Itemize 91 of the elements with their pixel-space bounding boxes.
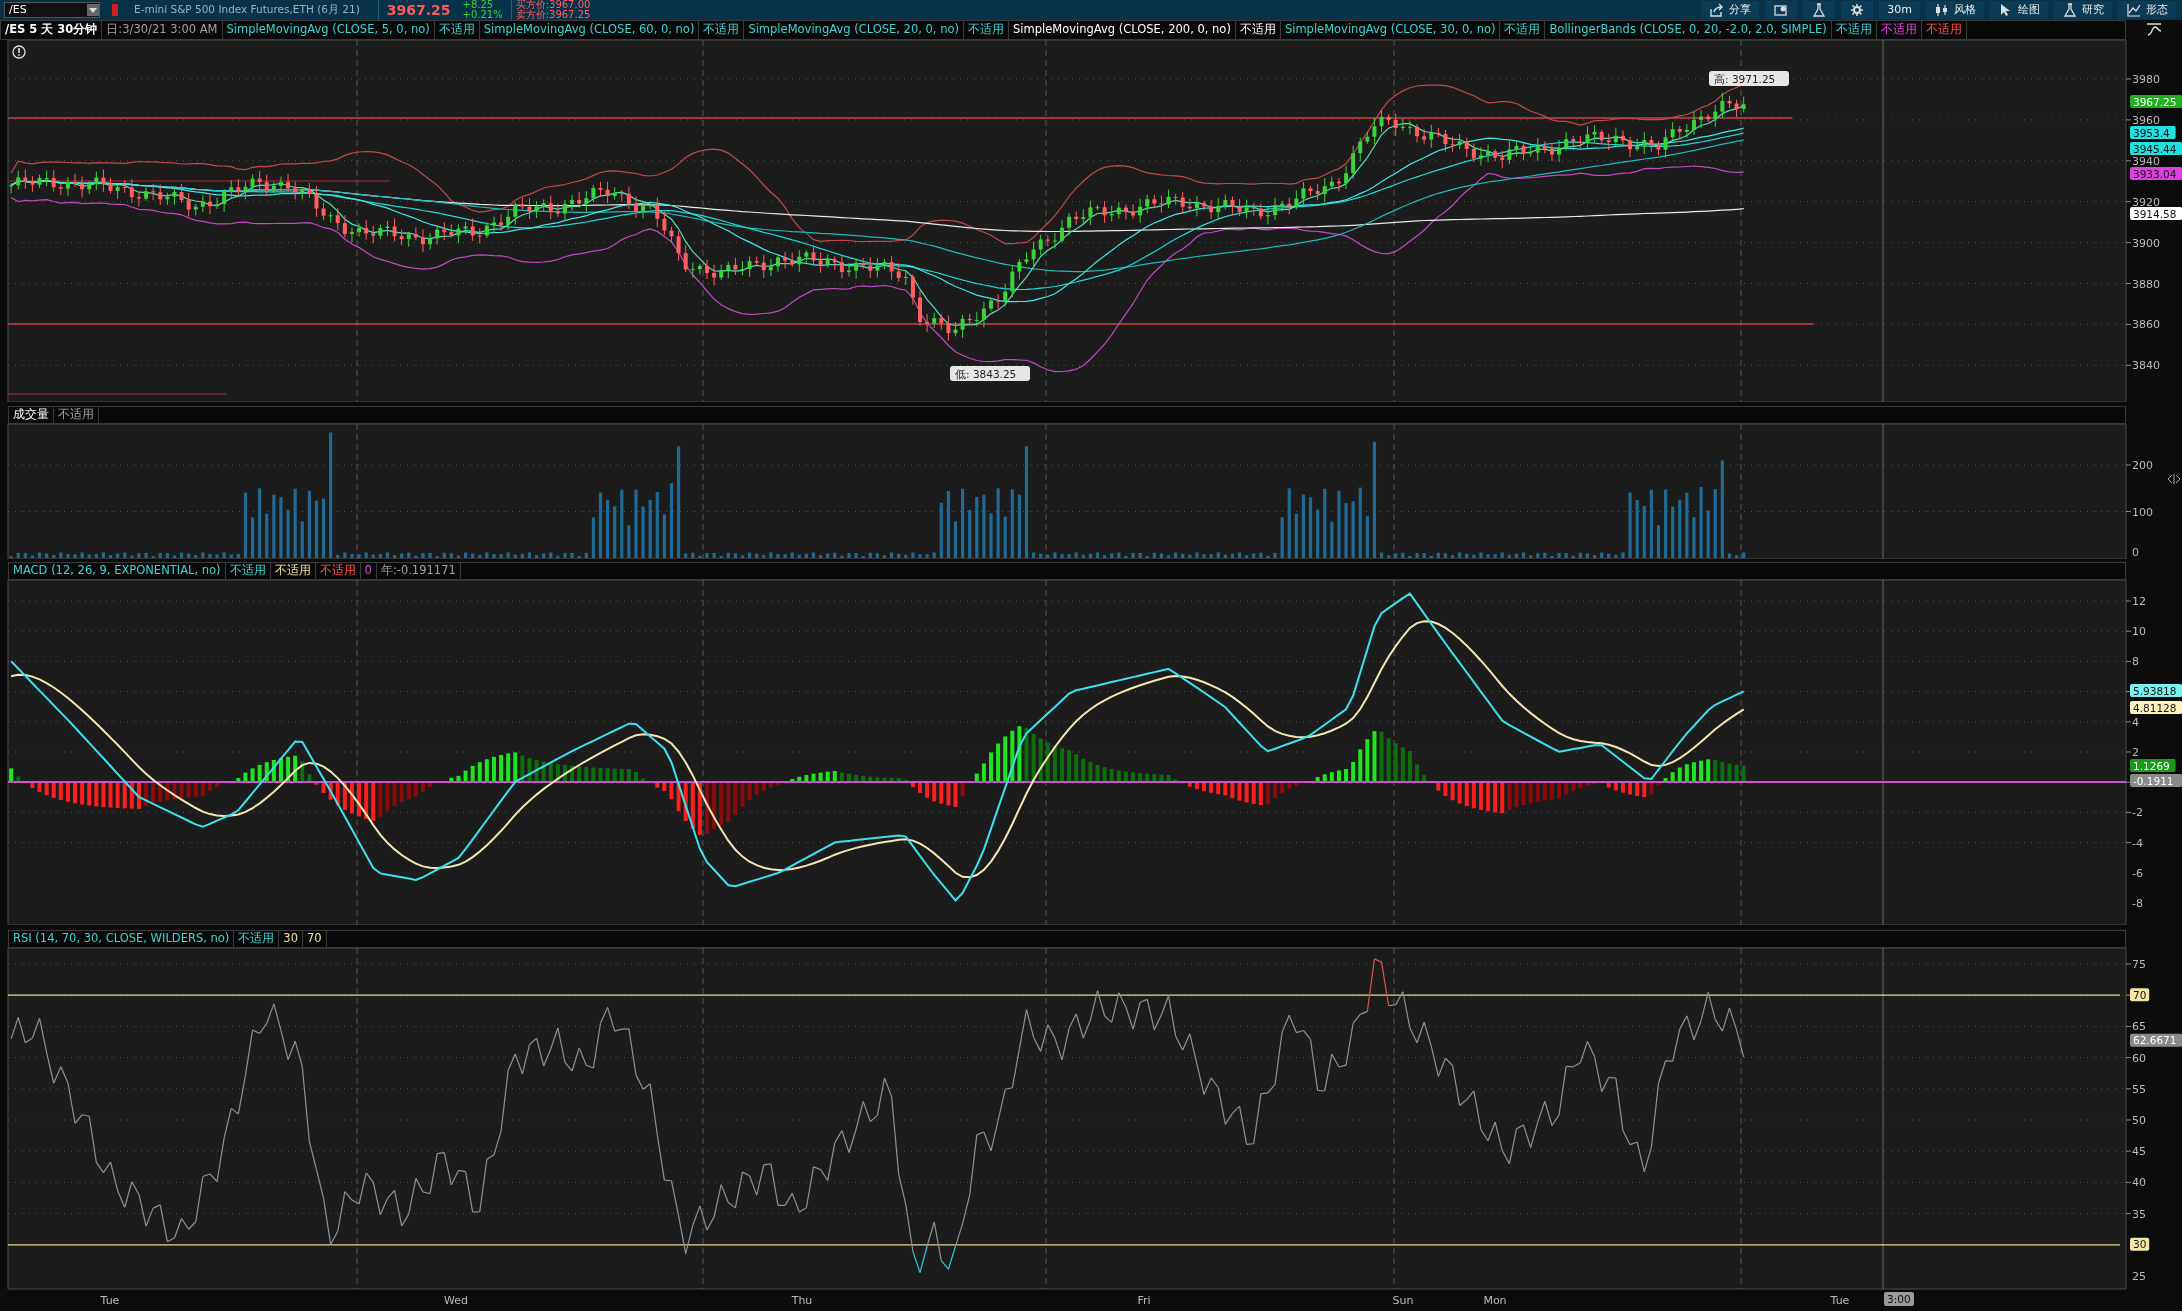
value-tag: 62.6671 [2130,1033,2182,1047]
value-tag: 3967.25 [2130,95,2182,108]
study-label: 不适用 [1500,21,1546,39]
axis-label: 3840 [2132,359,2160,373]
axis-label: 65 [2132,1020,2146,1034]
study-label: 不适用 [1876,21,1922,39]
study-label: 不适用 [315,563,361,579]
axis-label: 3900 [2132,236,2160,250]
study-label: 成交量 [9,407,54,423]
axis-label: 3920 [2132,195,2160,209]
axis-label: -4 [2132,836,2143,850]
axis-label: 3940 [2132,154,2160,168]
value-tag: 4.81128 [2130,701,2182,714]
axis-label: 0 [2132,546,2139,559]
study-label: 不适用 [963,21,1009,39]
axis-label: 40 [2132,1176,2146,1190]
net-change: +8.25 [462,0,495,10]
axis-label: 3960 [2132,113,2160,127]
study-label: 不适用 [699,21,745,39]
axis-label: -8 [2132,897,2143,910]
study-label: SimpleMovingAvg (CLOSE, 20, 0, no) [744,21,964,39]
study-label: 不适用 [1235,21,1281,39]
axis-label: 45 [2132,1145,2146,1159]
study-label: 30 [279,931,303,947]
bid-price: 买方价:3967.00 [515,0,591,10]
study-label: 70 [302,931,327,947]
study-label: 不适用 [1921,21,1967,39]
low-price-label: 低: 3843.25 [950,366,1030,381]
value-tag: 1.1269 [2130,759,2176,772]
time-label: Wed [444,1294,468,1307]
study-label: 不适用 [434,21,480,39]
time-label: Thu [791,1294,813,1307]
study-label: 不适用 [234,931,280,947]
value-tag: 3933.04 [2130,167,2182,180]
value-tag: 70 [2130,988,2150,1002]
symbol-field[interactable]: /ES [4,2,100,18]
pattern-button[interactable]: 形态 [2118,1,2176,19]
time-label: Mon [1483,1294,1507,1307]
value-tag: 30 [2130,1237,2150,1251]
axis-label: 200 [2132,459,2153,472]
time-label: Tue [100,1294,120,1307]
axis-label: 3980 [2132,73,2160,86]
time-cursor-label: 3:00 [1884,1292,1914,1306]
style-button[interactable]: 风格 [1926,1,1984,19]
study-label: SimpleMovingAvg (CLOSE, 200, 0, no) [1008,21,1236,39]
study-label: 不适用 [225,563,271,579]
axis-label: 2 [2132,746,2139,759]
axis-label: 10 [2132,625,2146,639]
study-label: 不适用 [54,407,99,423]
study-label: /ES 5 天 30分钟 [1,21,103,39]
axis-label: 100 [2132,505,2153,519]
axis-label: 3860 [2132,318,2160,332]
axis-label: 25 [2132,1270,2146,1283]
draw-button[interactable]: 绘图 [1990,1,2048,19]
axis-label: 12 [2132,595,2146,608]
share-button[interactable]: 分享 [1701,1,1760,19]
instrument-description: E-mini S&P 500 Index Futures,ETH (6月 21) [134,2,360,18]
study-label: RSI (14, 70, 30, CLOSE, WILDERS, no) [9,931,235,947]
study-label: SimpleMovingAvg (CLOSE, 60, 0, no) [479,21,700,39]
study-label: 不适用 [1831,21,1877,39]
percent-change: +0.21% [462,10,503,20]
value-tag: 3914.58 [2130,207,2182,220]
axis-label: 75 [2132,958,2146,971]
timeframe-button[interactable]: 30m [1879,1,1920,19]
axis-label: 50 [2132,1114,2146,1127]
value-tag: 5.93818 [2130,684,2182,697]
study-label: 0 [360,563,377,579]
value-tag: 3953.4 [2130,126,2176,139]
axis-label: 60 [2132,1051,2146,1065]
axis-label: -6 [2132,866,2143,880]
study-label: BollingerBands (CLOSE, 0, 20, -2.0, 2.0, SIMPLE) [1545,21,1832,39]
time-label: Fri [1137,1294,1151,1307]
axis-label: -2 [2132,806,2143,820]
study-label: SimpleMovingAvg (CLOSE, 30, 0, no) [1280,21,1501,39]
study-button[interactable]: 研究 [2054,1,2112,19]
value-tag: -0.1911 [2130,774,2182,787]
axis-label: 35 [2132,1207,2146,1221]
study-label: 日:3/30/21 3:00 AM [102,21,223,39]
value-tag: 3945.44 [2130,142,2182,155]
axis-label: 3880 [2132,277,2160,291]
time-label: Sun [1392,1294,1414,1307]
study-label: 年:-0.191171 [376,563,461,579]
axis-label: 55 [2132,1082,2146,1096]
study-label: 不适用 [270,563,316,579]
time-label: Tue [1830,1294,1850,1307]
study-label: MACD (12, 26, 9, EXPONENTIAL, no) [9,563,226,579]
ask-price: 卖方价:3967.25 [515,10,591,20]
axis-label: 8 [2132,655,2139,669]
study-label: SimpleMovingAvg (CLOSE, 5, 0, no) [222,21,435,39]
axis-label: 4 [2132,715,2139,729]
high-price-label: 高: 3971.25 [1709,71,1789,86]
